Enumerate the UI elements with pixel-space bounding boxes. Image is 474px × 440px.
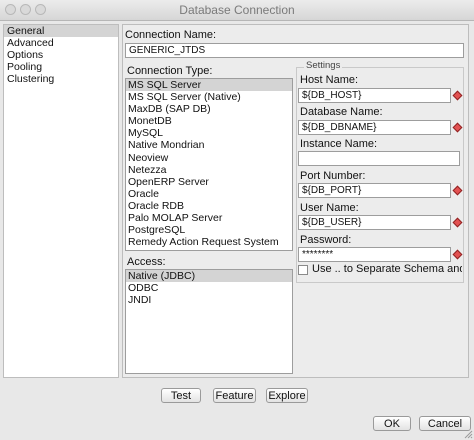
- list-item[interactable]: Neoview: [126, 152, 292, 164]
- sidebar-item-general[interactable]: General: [4, 25, 118, 37]
- host-name-label: Host Name:: [300, 74, 359, 86]
- list-item[interactable]: MySQL: [126, 127, 292, 139]
- test-button[interactable]: Test: [161, 388, 201, 403]
- separate-schema-label: Use .. to Separate Schema and Tabl: [312, 263, 462, 275]
- password-input[interactable]: ********: [298, 247, 451, 262]
- list-item[interactable]: MS SQL Server: [126, 79, 292, 92]
- host-name-input[interactable]: ${DB_HOST}: [298, 88, 451, 103]
- list-item[interactable]: Palo MOLAP Server: [126, 212, 292, 224]
- list-item[interactable]: PostgreSQL: [126, 224, 292, 236]
- database-name-input[interactable]: ${DB_DBNAME}: [298, 120, 451, 135]
- list-item[interactable]: MS SQL Server (Native): [126, 91, 292, 103]
- title-bar: Database Connection: [0, 0, 474, 21]
- list-item[interactable]: Remedy Action Request System: [126, 236, 292, 248]
- user-name-label: User Name:: [300, 202, 359, 214]
- explore-button[interactable]: Explore: [266, 388, 308, 403]
- sidebar-item-pooling[interactable]: Pooling: [4, 61, 118, 73]
- list-item[interactable]: Oracle RDB: [126, 200, 292, 212]
- list-item[interactable]: Netezza: [126, 164, 292, 176]
- access-list[interactable]: Native (JDBC) ODBC JNDI: [125, 269, 293, 374]
- sidebar-item-options[interactable]: Options: [4, 49, 118, 61]
- ok-button[interactable]: OK: [373, 416, 411, 431]
- sidebar-item-advanced[interactable]: Advanced: [4, 37, 118, 49]
- resize-grip-icon[interactable]: [463, 429, 473, 439]
- instance-name-input[interactable]: [298, 151, 460, 166]
- separate-schema-checkbox[interactable]: [298, 265, 308, 275]
- list-item[interactable]: JNDI: [126, 294, 292, 306]
- list-item[interactable]: MonetDB: [126, 115, 292, 127]
- list-item[interactable]: ODBC: [126, 282, 292, 294]
- database-name-label: Database Name:: [300, 106, 383, 118]
- list-item[interactable]: Oracle: [126, 188, 292, 200]
- port-number-input[interactable]: ${DB_PORT}: [298, 183, 451, 198]
- port-number-label: Port Number:: [300, 170, 366, 182]
- user-name-input[interactable]: ${DB_USER}: [298, 215, 451, 230]
- connection-type-label: Connection Type:: [127, 65, 213, 77]
- list-item[interactable]: Native Mondrian: [126, 139, 292, 151]
- password-label: Password:: [300, 234, 352, 246]
- list-item[interactable]: OpenERP Server: [126, 176, 292, 188]
- feature-button[interactable]: Feature: [213, 388, 256, 403]
- connection-type-list[interactable]: MS SQL Server MS SQL Server (Native) Max…: [125, 78, 293, 251]
- sidebar-item-clustering[interactable]: Clustering: [4, 73, 118, 85]
- list-item[interactable]: MaxDB (SAP DB): [126, 103, 292, 115]
- connection-name-input[interactable]: GENERIC_JTDS: [125, 43, 464, 58]
- sidebar-nav: General Advanced Options Pooling Cluster…: [3, 24, 119, 378]
- settings-legend: Settings: [304, 60, 343, 71]
- connection-name-label: Connection Name:: [125, 29, 217, 41]
- access-label: Access:: [127, 256, 166, 268]
- list-item[interactable]: Native (JDBC): [126, 270, 292, 283]
- instance-name-label: Instance Name:: [300, 138, 378, 150]
- window-title: Database Connection: [179, 3, 295, 17]
